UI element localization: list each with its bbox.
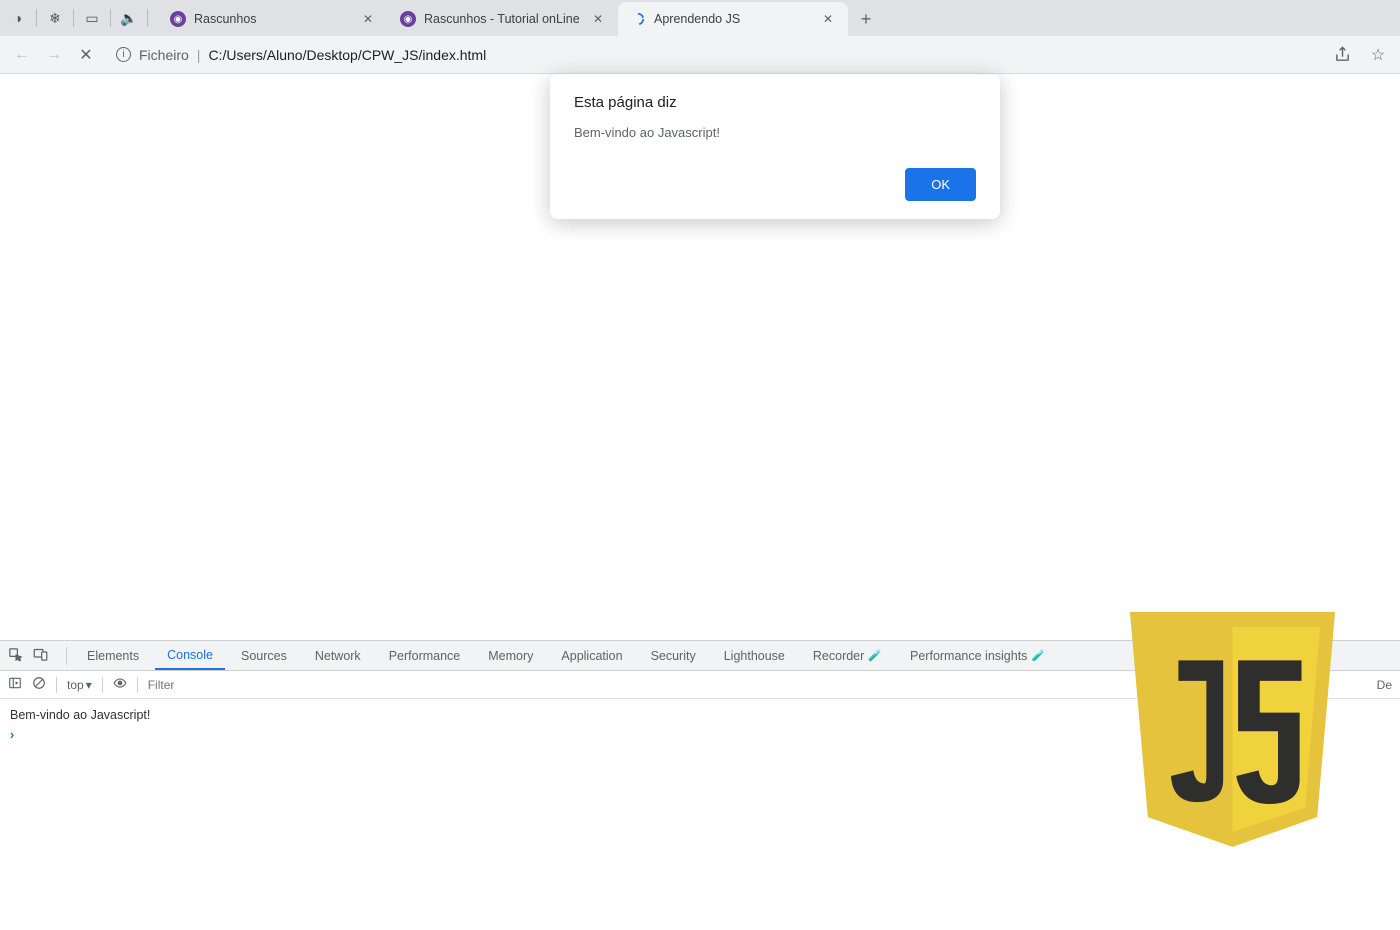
tab-rascunhos[interactable]: ◉ Rascunhos ✕ [158,2,388,36]
system-icons: ◑ ❄ ▭ 🔈 [4,0,158,36]
close-icon[interactable]: ✕ [360,11,376,27]
devtools-tab-security[interactable]: Security [639,641,708,670]
tab-title: Aprendendo JS [654,12,812,26]
separator [137,677,138,693]
javascript-logo [1115,600,1350,870]
separator [56,677,57,693]
toggle-sidebar-icon[interactable] [8,676,22,693]
alert-message: Bem-vindo ao Javascript! [574,125,976,140]
devtools-tab-lighthouse[interactable]: Lighthouse [712,641,797,670]
loading-icon [630,11,646,27]
flask-icon: 🧪 [868,649,882,662]
devtools-tab-elements[interactable]: Elements [75,641,151,670]
alert-actions: OK [574,168,976,201]
forward-button[interactable]: → [40,41,68,69]
devtools-tab-perf-insights[interactable]: Performance insights🧪 [898,641,1057,670]
context-label: top [67,678,84,692]
separator [66,647,67,665]
alert-title: Esta página diz [574,94,976,111]
devtools-tab-memory[interactable]: Memory [476,641,545,670]
device-toggle-icon[interactable] [33,647,48,665]
new-tab-button[interactable]: + [852,5,880,33]
flask-icon: 🧪 [1031,649,1045,662]
app-icon-2[interactable]: ❄ [47,10,63,26]
share-icon[interactable] [1328,41,1356,69]
js-alert-dialog: Esta página diz Bem-vindo ao Javascript!… [550,74,1000,219]
speaker-icon[interactable]: 🔈 [121,10,137,26]
inspect-icon[interactable] [8,647,23,665]
tab-title: Rascunhos [194,12,352,26]
url-separator: | [197,47,201,63]
devtools-tab-network[interactable]: Network [303,641,373,670]
url-path: C:/Users/Aluno/Desktop/CPW_JS/index.html [208,47,486,63]
info-icon[interactable]: i [116,47,131,62]
separator [147,9,148,27]
live-expression-icon[interactable] [113,676,127,693]
devtools-tab-console[interactable]: Console [155,641,225,670]
url-scheme: Ficheiro [139,47,189,63]
separator [102,677,103,693]
alert-ok-button[interactable]: OK [905,168,976,201]
close-icon[interactable]: ✕ [820,11,836,27]
app-icon-1[interactable]: ◑ [10,10,26,26]
devtools-tab-performance[interactable]: Performance [377,641,473,670]
console-right-label: De [1377,678,1392,692]
tab-title: Rascunhos - Tutorial onLine [424,12,582,26]
back-button[interactable]: ← [8,41,36,69]
separator [36,9,37,27]
favicon-icon: ◉ [170,11,186,27]
tab-strip: ◑ ❄ ▭ 🔈 ◉ Rascunhos ✕ ◉ Rascunhos - Tuto… [0,0,1400,36]
address-bar[interactable]: i Ficheiro | C:/Users/Aluno/Desktop/CPW_… [104,41,1324,69]
devtools-tab-recorder[interactable]: Recorder🧪 [801,641,894,670]
separator [73,9,74,27]
devtools-tab-sources[interactable]: Sources [229,641,299,670]
close-icon[interactable]: ✕ [590,11,606,27]
context-selector[interactable]: top ▾ [67,678,92,692]
browser-toolbar: ← → ✕ i Ficheiro | C:/Users/Aluno/Deskto… [0,36,1400,74]
separator [110,9,111,27]
tab-aprendendo-js[interactable]: Aprendendo JS ✕ [618,2,848,36]
favicon-icon: ◉ [400,11,416,27]
app-icon-3[interactable]: ▭ [84,10,100,26]
stop-button[interactable]: ✕ [72,41,100,69]
clear-console-icon[interactable] [32,676,46,693]
star-icon[interactable]: ☆ [1364,41,1392,69]
page-viewport: Esta página diz Bem-vindo ao Javascript!… [0,74,1400,640]
tab-rascunhos-tutorial[interactable]: ◉ Rascunhos - Tutorial onLine ✕ [388,2,618,36]
dropdown-icon: ▾ [86,678,92,692]
devtools-tab-application[interactable]: Application [549,641,634,670]
